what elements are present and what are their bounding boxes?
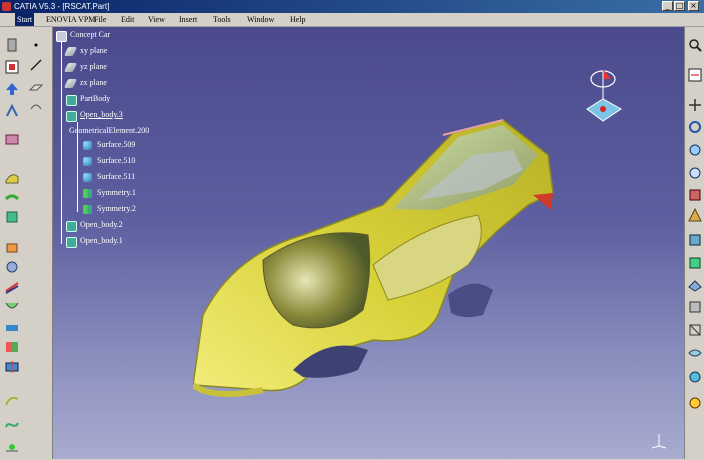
- menu-insert[interactable]: Insert: [179, 13, 197, 26]
- menu-view[interactable]: View: [148, 13, 165, 26]
- extrude-icon[interactable]: [4, 239, 20, 255]
- rear-wheel-arch: [448, 283, 493, 318]
- specification-tree: Concept Car xy plane yz plane zx plane P…: [53, 27, 253, 287]
- sweep-icon[interactable]: [4, 189, 20, 205]
- menu-tools[interactable]: Tools: [213, 13, 231, 26]
- catia-window: CATIA V5.3 - [RSCAT.Part] _ □ × Start EN…: [0, 0, 704, 459]
- body-icon: [66, 111, 77, 122]
- sketcher-icon[interactable]: [4, 37, 20, 53]
- fill-icon[interactable]: [4, 209, 20, 225]
- render-icon[interactable]: [687, 395, 703, 411]
- close-button[interactable]: ×: [688, 1, 699, 11]
- product-icon: [56, 31, 67, 42]
- fit-all-icon[interactable]: [687, 207, 703, 223]
- plane-icon[interactable]: [28, 79, 44, 95]
- shading-icon[interactable]: [687, 299, 703, 315]
- surface-icon: [83, 141, 92, 150]
- zoom-out-icon[interactable]: [687, 165, 703, 181]
- line-icon[interactable]: [28, 57, 44, 73]
- pan-icon[interactable]: [687, 97, 703, 113]
- title-bar[interactable]: CATIA V5.3 - [RSCAT.Part] _ □ ×: [0, 0, 704, 13]
- plane-icon: [63, 79, 78, 88]
- rotate-icon[interactable]: [687, 119, 703, 135]
- concept-car-model[interactable]: [193, 115, 613, 415]
- swap-space-icon[interactable]: [687, 369, 703, 385]
- top-view-icon[interactable]: [687, 277, 703, 293]
- surface-icon: [83, 157, 92, 166]
- blend-icon[interactable]: [4, 299, 20, 315]
- menu-window[interactable]: Window: [247, 13, 274, 26]
- join-icon[interactable]: [4, 339, 20, 355]
- body-icon: [66, 221, 77, 232]
- menu-enovia-vpm[interactable]: ENOVIA VPM: [46, 13, 95, 26]
- hide-show-icon[interactable]: [687, 345, 703, 361]
- revolve-icon[interactable]: [4, 259, 20, 275]
- part-design-icon[interactable]: [4, 131, 20, 147]
- menu-edit[interactable]: Edit: [121, 13, 134, 26]
- wireframe-icon[interactable]: [687, 322, 703, 338]
- point-icon[interactable]: [4, 439, 20, 455]
- plane-icon: [63, 63, 78, 72]
- menu-help[interactable]: Help: [290, 13, 306, 26]
- menu-file[interactable]: File: [94, 13, 106, 26]
- body-icon: [66, 237, 77, 248]
- plane-icon: [63, 47, 78, 56]
- spline-icon[interactable]: [4, 417, 20, 433]
- offset-icon[interactable]: [4, 279, 20, 295]
- iso-view-icon[interactable]: [687, 232, 703, 248]
- menu-bar: Start ENOVIA VPM File Edit View Insert T…: [0, 13, 704, 27]
- trim-icon[interactable]: [4, 319, 20, 335]
- right-toolbar: [684, 27, 704, 459]
- symmetry-icon: [83, 205, 92, 214]
- body-icon: [66, 95, 77, 106]
- axis-icon[interactable]: [4, 103, 20, 119]
- measure-icon[interactable]: [687, 67, 703, 83]
- 3d-viewport[interactable]: Concept Car xy plane yz plane zx plane P…: [53, 27, 684, 459]
- compass-icon[interactable]: [581, 65, 631, 127]
- minimize-button[interactable]: _: [662, 1, 673, 11]
- up-arrow-icon[interactable]: [4, 81, 20, 97]
- axis-triad-icon: [651, 434, 667, 449]
- catia-app-icon: [2, 2, 11, 11]
- window-title: CATIA V5.3 - [RSCAT.Part]: [14, 2, 110, 11]
- zoom-in-icon[interactable]: [687, 142, 703, 158]
- curve-icon[interactable]: [4, 393, 20, 409]
- magnifier-icon[interactable]: [687, 37, 703, 53]
- maximize-button[interactable]: □: [674, 1, 685, 11]
- select-icon[interactable]: [4, 59, 20, 75]
- menu-start[interactable]: Start: [15, 13, 35, 26]
- left-toolbar: [0, 27, 53, 459]
- symmetry-icon: [83, 189, 92, 198]
- front-view-icon[interactable]: [687, 255, 703, 271]
- surface-icon[interactable]: [4, 169, 20, 185]
- point-tool-icon[interactable]: [28, 37, 44, 53]
- arc-icon[interactable]: [28, 97, 44, 113]
- normal-view-icon[interactable]: [687, 187, 703, 203]
- split-icon[interactable]: [4, 359, 20, 375]
- surface-icon: [83, 173, 92, 182]
